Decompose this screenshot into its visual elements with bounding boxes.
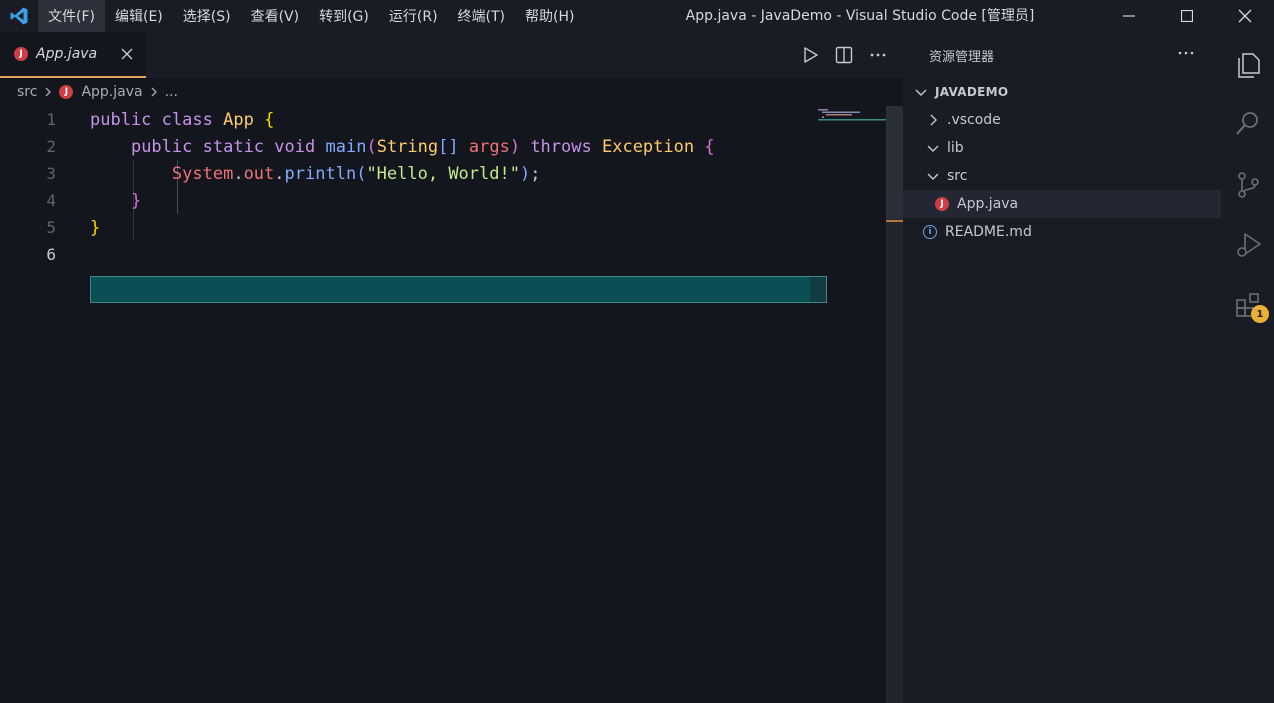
code-line: 5 } bbox=[0, 214, 886, 241]
tree-item-readme[interactable]: i README.md bbox=[903, 218, 1221, 246]
line-number: 1 bbox=[46, 110, 56, 129]
menu-edit[interactable]: 编辑(E) bbox=[105, 0, 173, 32]
source-control-icon bbox=[1238, 172, 1259, 198]
close-icon bbox=[121, 48, 133, 60]
split-editor-icon bbox=[835, 46, 853, 64]
file-tree: JAVADEMO .vscode lib src J App.java i RE… bbox=[903, 78, 1221, 246]
tree-item-label: lib bbox=[947, 140, 964, 156]
close-window-button[interactable] bbox=[1216, 0, 1274, 32]
breadcrumb: src J App.java ... bbox=[0, 78, 903, 106]
code-text: } bbox=[130, 190, 142, 211]
breadcrumb-folder[interactable]: src bbox=[17, 84, 37, 100]
maximize-button[interactable] bbox=[1158, 0, 1216, 32]
tree-item-label: App.java bbox=[957, 196, 1019, 212]
vscode-logo-icon bbox=[0, 0, 38, 32]
scrollbar-cursor-marker bbox=[886, 220, 903, 222]
menu-help[interactable]: 帮助(H) bbox=[515, 0, 584, 32]
section-javademo[interactable]: JAVADEMO bbox=[903, 78, 1221, 106]
tree-item-vscode[interactable]: .vscode bbox=[903, 106, 1221, 134]
code-text: System.out.println("Hello, World!"); bbox=[171, 163, 541, 184]
code-line: 2 public static void main(String[] args)… bbox=[0, 133, 886, 160]
search-icon bbox=[1236, 112, 1258, 135]
window-title: App.java - JavaDemo - Visual Studio Code… bbox=[685, 8, 1035, 24]
line-number: 2 bbox=[46, 137, 56, 156]
ellipsis-icon bbox=[1178, 51, 1194, 55]
line-number: 5 bbox=[46, 218, 56, 237]
java-file-icon: J bbox=[59, 85, 74, 99]
tree-item-label: .vscode bbox=[947, 112, 1001, 128]
chevron-right-icon bbox=[43, 86, 53, 98]
explorer-more-button[interactable] bbox=[1177, 44, 1195, 66]
explorer-sidebar: 资源管理器 JAVADEMO .vscode lib src J App.jav… bbox=[903, 32, 1221, 703]
menu-run[interactable]: 运行(R) bbox=[379, 0, 448, 32]
java-file-icon: J bbox=[14, 47, 28, 61]
title-bar: 文件(F) 编辑(E) 选择(S) 查看(V) 转到(G) 运行(R) 终端(T… bbox=[0, 0, 1274, 32]
play-icon bbox=[804, 47, 818, 63]
tree-item-label: README.md bbox=[945, 224, 1032, 240]
tree-item-lib[interactable]: lib bbox=[903, 134, 1221, 162]
minimize-button[interactable] bbox=[1100, 0, 1158, 32]
explorer-title: 资源管理器 bbox=[929, 49, 995, 65]
run-debug-activity-button[interactable] bbox=[1233, 230, 1263, 260]
chevron-down-icon bbox=[925, 140, 941, 156]
files-icon bbox=[1238, 53, 1260, 78]
window-controls bbox=[1100, 0, 1274, 32]
breadcrumb-file[interactable]: App.java bbox=[81, 84, 142, 100]
minimap[interactable] bbox=[818, 106, 886, 121]
current-line-highlight bbox=[90, 276, 827, 303]
code-line: 1 public class App { bbox=[0, 106, 886, 133]
line-number: 3 bbox=[46, 164, 56, 183]
tree-item-label: src bbox=[947, 168, 968, 184]
minimize-icon bbox=[1123, 15, 1135, 17]
split-editor-button[interactable] bbox=[833, 44, 855, 66]
tab-label: App.java bbox=[36, 46, 98, 62]
search-activity-button[interactable] bbox=[1233, 108, 1263, 138]
vertical-scrollbar[interactable] bbox=[886, 106, 903, 703]
editor-actions bbox=[799, 44, 889, 66]
menu-selection[interactable]: 选择(S) bbox=[173, 0, 241, 32]
chevron-right-icon bbox=[149, 86, 159, 98]
tab-bar: J App.java bbox=[0, 32, 903, 78]
section-label: JAVADEMO bbox=[935, 85, 1009, 99]
scrollbar-thumb[interactable] bbox=[886, 106, 903, 219]
source-control-activity-button[interactable] bbox=[1233, 170, 1263, 200]
maximize-icon bbox=[1181, 10, 1193, 22]
chevron-down-icon bbox=[925, 168, 941, 184]
activity-bar: 1 bbox=[1221, 32, 1274, 703]
menu-view[interactable]: 查看(V) bbox=[241, 0, 310, 32]
menu-terminal[interactable]: 终端(T) bbox=[448, 0, 515, 32]
menu-bar: 文件(F) 编辑(E) 选择(S) 查看(V) 转到(G) 运行(R) 终端(T… bbox=[38, 0, 584, 32]
ellipsis-icon bbox=[870, 53, 886, 57]
tree-item-app-java[interactable]: J App.java bbox=[903, 190, 1221, 218]
breadcrumb-symbol[interactable]: ... bbox=[165, 84, 178, 100]
menu-go[interactable]: 转到(G) bbox=[309, 0, 379, 32]
code-line: 4 } bbox=[0, 187, 886, 214]
code-editor[interactable]: 1 public class App { 2 public static voi… bbox=[0, 106, 886, 703]
code-text: public static void main(String[] args) t… bbox=[130, 136, 715, 157]
close-icon bbox=[1238, 9, 1252, 23]
extensions-badge: 1 bbox=[1251, 305, 1269, 323]
code-text: } bbox=[90, 217, 101, 238]
more-actions-button[interactable] bbox=[867, 44, 889, 66]
code-line: 3 System.out.println("Hello, World!"); bbox=[0, 160, 886, 187]
java-file-icon: J bbox=[935, 197, 949, 211]
info-icon: i bbox=[923, 225, 937, 239]
tab-close-button[interactable] bbox=[118, 45, 136, 63]
menu-file[interactable]: 文件(F) bbox=[38, 0, 105, 32]
code-line: 6 bbox=[0, 241, 886, 268]
explorer-header: 资源管理器 bbox=[903, 32, 1221, 78]
run-debug-icon bbox=[1237, 233, 1261, 257]
code-text: public class App { bbox=[90, 109, 275, 130]
tree-item-src[interactable]: src bbox=[903, 162, 1221, 190]
editor-group: J App.java src J App.java ... 1 public c… bbox=[0, 32, 903, 703]
tab-app-java[interactable]: J App.java bbox=[0, 32, 146, 78]
line-number-current: 6 bbox=[46, 245, 56, 264]
run-button[interactable] bbox=[799, 44, 821, 66]
chevron-right-icon bbox=[925, 112, 941, 128]
explorer-activity-button[interactable] bbox=[1233, 50, 1263, 80]
chevron-down-icon bbox=[913, 84, 929, 100]
line-number: 4 bbox=[46, 191, 56, 210]
